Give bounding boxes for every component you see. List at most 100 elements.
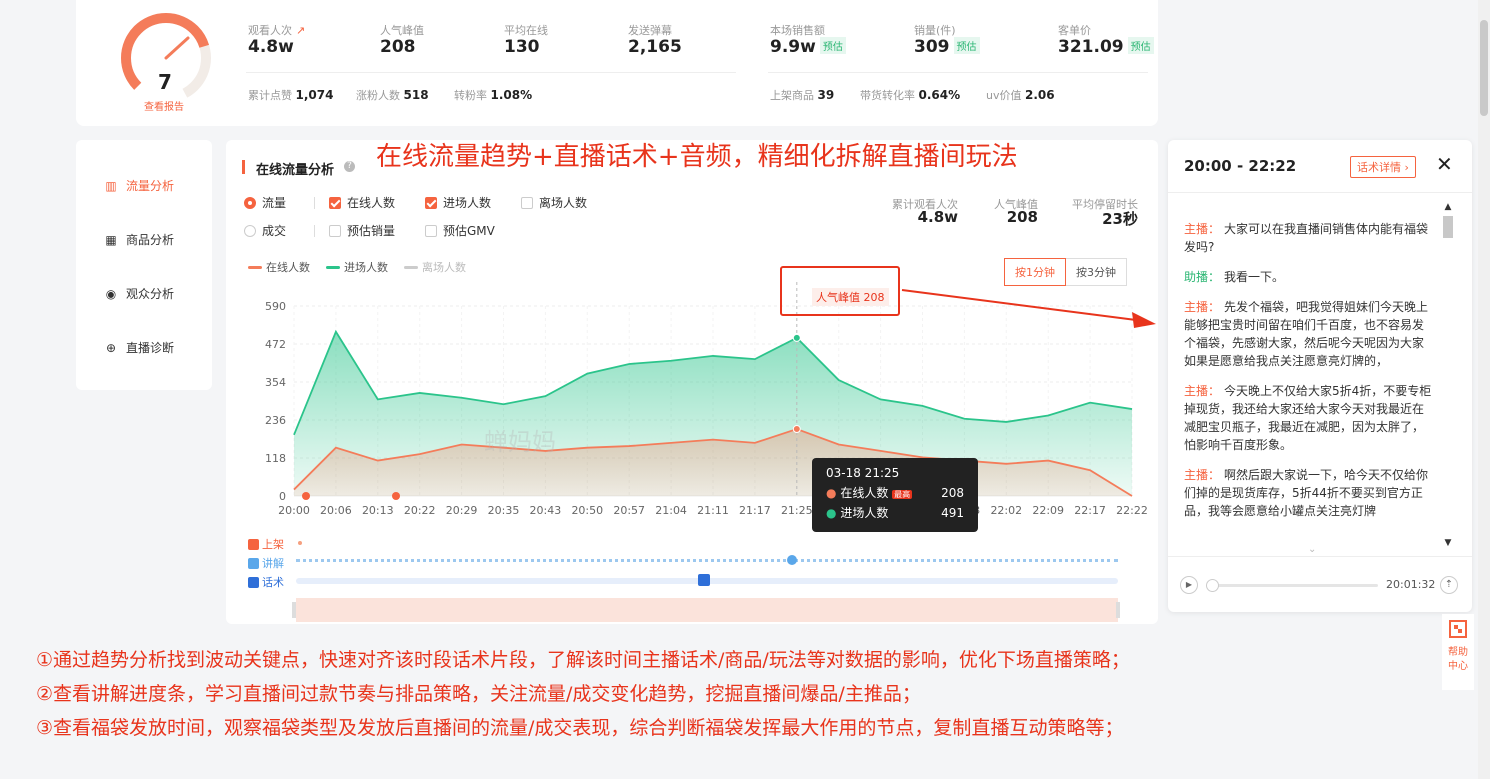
transcript-line[interactable]: 主播： 今天晚上不仅给大家5折4折，不要专柜掉现货，我还给大家还给大家今天对我最近… <box>1184 382 1432 454</box>
nav-item[interactable]: ▥ 流量分析 <box>104 177 174 194</box>
stat-value: 309 预估 <box>914 37 980 57</box>
checkbox-label: 预估GMV <box>443 224 495 238</box>
stat-number: 4.8w <box>248 37 294 57</box>
stat-number: 321.09 <box>1058 37 1124 57</box>
watermark: 蝉妈妈 <box>484 428 556 456</box>
peak-label: 人气峰值 208 <box>812 288 889 306</box>
kpi-value: 4.8w <box>917 208 958 226</box>
divider <box>1168 192 1472 193</box>
range-handle-right[interactable] <box>1116 602 1120 618</box>
nav-item[interactable]: ◉ 观众分析 <box>104 285 174 302</box>
qr-code-icon[interactable] <box>1449 620 1467 638</box>
transcript-scroll[interactable]: 主播： 大家可以在我直播间销售体内能有福袋发吗? 助播： 我看一下。 主播： 先发个福袋，… <box>1184 198 1432 554</box>
chevron-down-icon[interactable]: ⌄ <box>1308 544 1316 555</box>
track-label: 上架 <box>248 536 284 552</box>
chart-tooltip: 03-18 21:25 ● 在线人数 最高 208 ● 进场人数 491 <box>812 458 978 532</box>
listing-marker[interactable] <box>298 541 302 545</box>
checkbox-label: 预估销量 <box>347 224 396 238</box>
radio-icon <box>244 225 256 237</box>
page-scrollbar-thumb[interactable] <box>1480 20 1488 116</box>
range-handle-left[interactable] <box>292 602 296 618</box>
estimate-badge: 预估 <box>819 37 846 54</box>
transcript-line[interactable]: 主播： 先发个福袋，吧我觉得姐妹们今天晚上能够把宝贵时间留在咱们千百度，也不容易发… <box>1184 298 1432 370</box>
legend-item[interactable]: 离场人数 <box>404 259 466 275</box>
page-scrollbar[interactable] <box>1478 0 1490 779</box>
transcript-lines: 主播： 大家可以在我直播间销售体内能有福袋发吗? 助播： 我看一下。 主播： 先发个福袋，… <box>1184 220 1432 520</box>
section-title: 在线流量分析 <box>256 163 335 178</box>
speaker-label: 主播： <box>1184 468 1221 482</box>
divider <box>246 72 736 73</box>
stat-label: 观看人次 ↗ <box>248 24 306 37</box>
range-selector[interactable] <box>296 598 1118 622</box>
help-center-link[interactable]: 帮助中心 <box>1442 646 1474 674</box>
play-icon: ◉ <box>105 286 117 301</box>
nav-item-label: 直播诊断 <box>126 341 175 355</box>
stat-number: 2,165 <box>628 37 682 57</box>
sub-stat-label: 涨粉人数 <box>356 89 400 102</box>
legend-label: 离场人数 <box>422 261 466 274</box>
diagnosis-icon: ⊕ <box>105 340 117 355</box>
transcript-line[interactable]: 主播： 啊然后跟大家说一下，哈今天不仅给你们掉的是现货库存，5折44折不要买到官方… <box>1184 466 1432 520</box>
metric-checkbox[interactable]: 进场人数 <box>425 194 521 211</box>
peak-highlight-box: 人气峰值 208 <box>780 266 900 316</box>
side-nav: ▥ 流量分析 ▦ 商品分析 ◉ 观众分析 ⊕ 直播诊断 <box>76 140 212 390</box>
gift-bag-icon[interactable] <box>302 492 310 500</box>
estimate-badge: 预估 <box>1127 37 1154 54</box>
speaker-label: 主播： <box>1184 222 1221 236</box>
online-peak-point[interactable] <box>792 425 801 434</box>
close-icon[interactable]: ✕ <box>1436 152 1453 176</box>
checkbox-icon <box>329 197 341 209</box>
y-tick-label: 590 <box>265 300 286 313</box>
sub-stat: 累计点赞 1,074 <box>248 87 333 103</box>
speech-text: 啊然后跟大家说一下，哈今天不仅给你们掉的是现货库存，5折44折不要买到官方正品，… <box>1184 468 1429 518</box>
checkbox-icon <box>425 225 437 237</box>
help-icon[interactable]: ? <box>344 161 355 172</box>
x-tick-label: 20:06 <box>320 504 352 517</box>
stat-value: 130 <box>504 37 540 57</box>
legend-item[interactable]: 进场人数 <box>326 259 388 275</box>
trend-icon[interactable]: ↗ <box>296 24 305 37</box>
x-tick-label: 20:13 <box>362 504 394 517</box>
explain-cursor[interactable] <box>787 555 797 565</box>
track-name: 上架 <box>262 538 284 551</box>
play-icon[interactable]: ▶ <box>1180 576 1198 594</box>
explain-track[interactable] <box>296 559 1118 563</box>
checkbox-icon <box>521 197 533 209</box>
transcript-scrollbar[interactable]: ▲ ▼ <box>1442 202 1454 548</box>
y-tick-label: 0 <box>279 490 286 503</box>
sub-stat-label: 转粉率 <box>454 89 487 102</box>
stat-label: 人气峰值 <box>380 24 424 37</box>
speaker-label: 助播： <box>1184 270 1221 284</box>
nav-item[interactable]: ▦ 商品分析 <box>104 231 174 248</box>
speech-text: 先发个福袋，吧我觉得姐妹们今天晚上能够把宝贵时间留在咱们千百度，也不容易发个福袋… <box>1184 300 1429 368</box>
stat-label: 平均在线 <box>504 24 548 37</box>
legend-item[interactable]: 在线人数 <box>248 259 310 275</box>
lock-icon[interactable] <box>698 574 710 586</box>
scrollbar-thumb[interactable] <box>1443 216 1453 238</box>
metric-checkbox[interactable]: 离场人数 <box>521 194 617 211</box>
metric-radio[interactable]: 流量 <box>244 194 314 211</box>
view-report-link[interactable]: 查看报告 <box>144 98 184 113</box>
back-to-top-icon[interactable]: ⇡ <box>1440 576 1458 594</box>
metric-radio[interactable]: 成交 <box>244 222 314 239</box>
stat-value: 208 <box>380 37 416 57</box>
checkbox-icon <box>425 197 437 209</box>
audio-progress[interactable] <box>1206 579 1378 592</box>
annotation-arrow <box>901 289 1156 328</box>
enter-peak-point[interactable] <box>792 333 801 342</box>
audio-progress-handle[interactable] <box>1206 579 1219 592</box>
script-detail-button[interactable]: 话术详情 › <box>1350 156 1416 178</box>
chart-legend: 在线人数 进场人数 离场人数 <box>248 259 466 275</box>
sub-stat: 转粉率 1.08% <box>454 87 532 103</box>
transcript-line[interactable]: 主播： 大家可以在我直播间销售体内能有福袋发吗? <box>1184 220 1432 256</box>
metric-checkbox[interactable]: 预估销量 <box>329 222 425 239</box>
x-tick-label: 20:50 <box>571 504 603 517</box>
metric-checkbox[interactable]: 预估GMV <box>425 222 521 239</box>
transcript-line[interactable]: 助播： 我看一下。 <box>1184 268 1432 286</box>
track-name: 讲解 <box>262 557 284 570</box>
gift-bag-icon[interactable] <box>392 492 400 500</box>
nav-item[interactable]: ⊕ 直播诊断 <box>104 339 174 356</box>
x-tick-label: 21:04 <box>655 504 687 517</box>
x-tick-label: 21:17 <box>739 504 771 517</box>
metric-checkbox[interactable]: 在线人数 <box>329 194 425 211</box>
